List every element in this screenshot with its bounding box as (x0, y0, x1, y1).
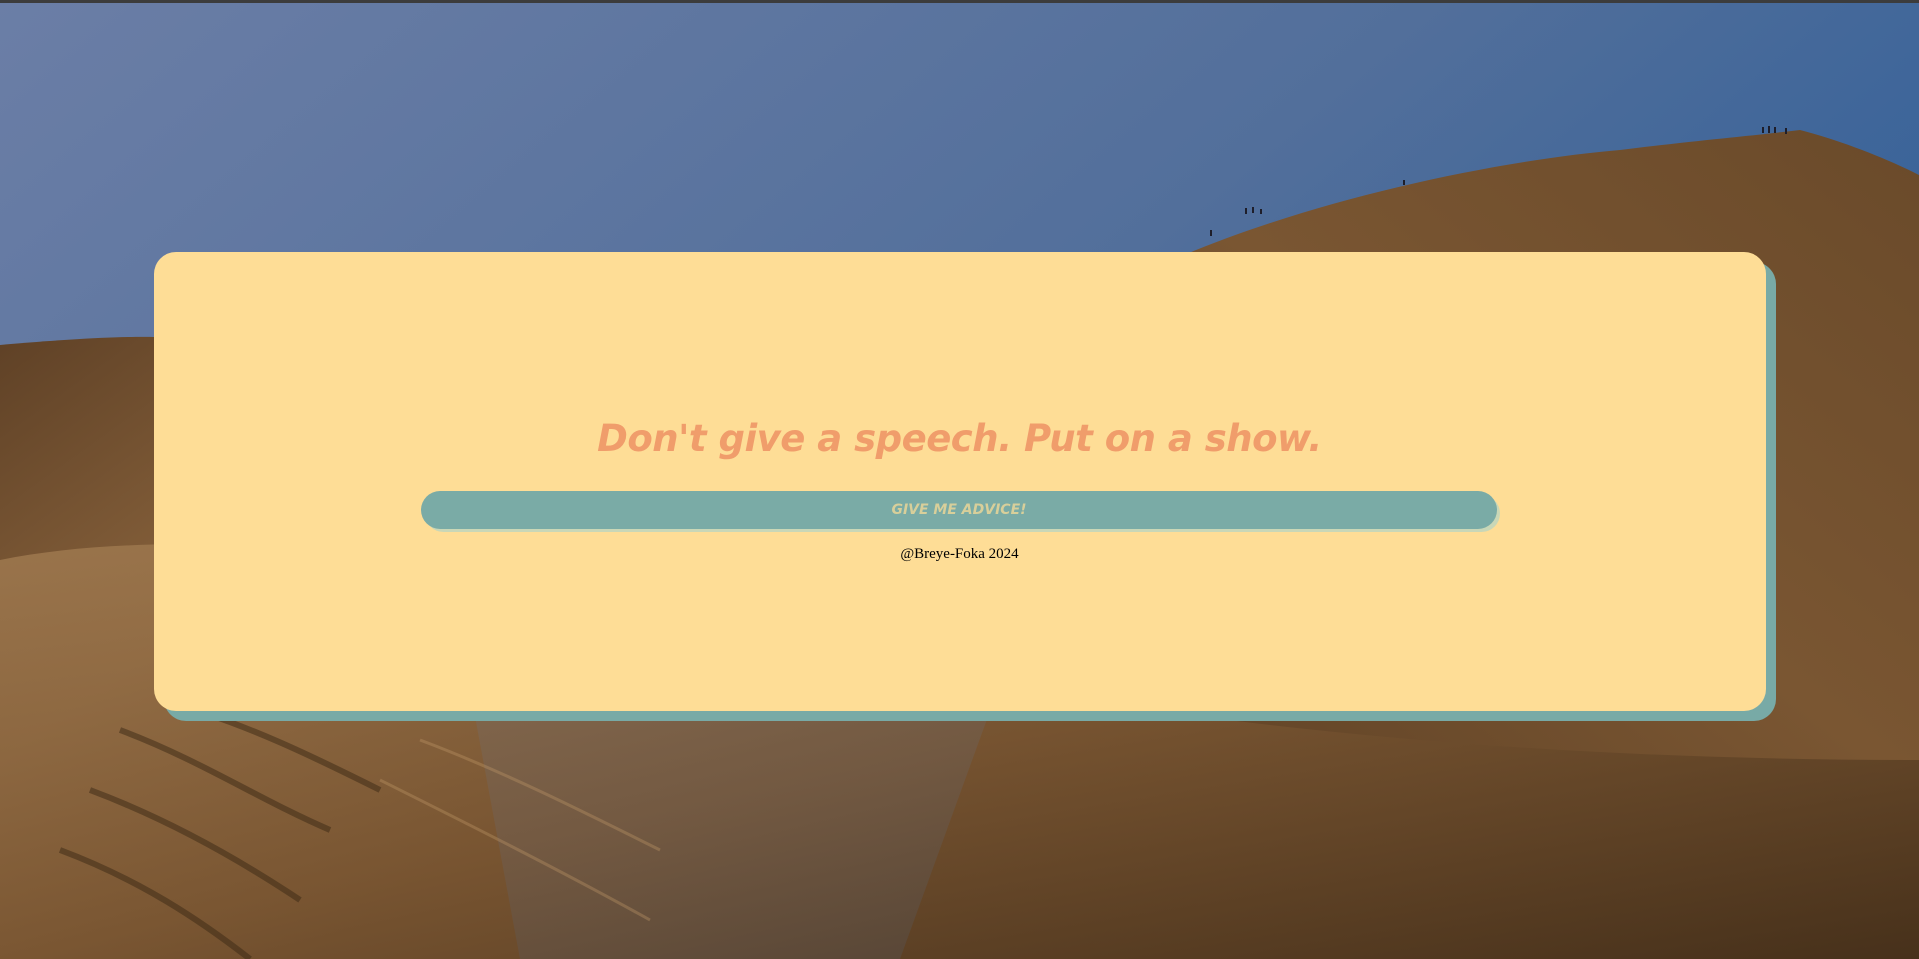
give-me-advice-button[interactable]: GIVE ME ADVICE! (421, 491, 1497, 529)
advice-quote: Don't give a speech. Put on a show. (597, 417, 1322, 460)
advice-card (154, 252, 1766, 711)
window-top-border (0, 0, 1919, 3)
footer-credit: @Breye-Foka 2024 (900, 546, 1019, 562)
